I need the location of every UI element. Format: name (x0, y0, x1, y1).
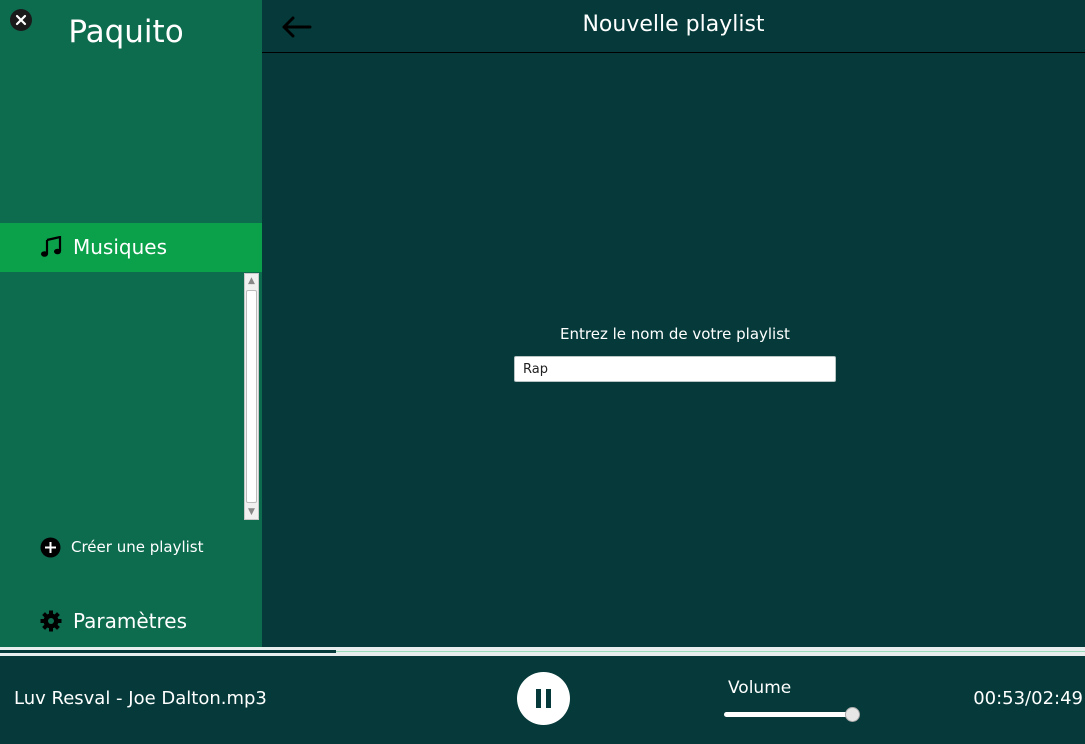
scroll-thumb[interactable] (246, 290, 257, 503)
music-note-icon (40, 235, 62, 262)
scroll-down-icon[interactable]: ▼ (245, 505, 258, 519)
playlist-name-label: Entrez le nom de votre playlist (560, 325, 790, 343)
volume-slider-thumb[interactable] (845, 707, 861, 722)
scroll-up-icon[interactable]: ▲ (245, 274, 258, 288)
gear-icon (40, 610, 62, 636)
volume-label: Volume (728, 678, 792, 698)
volume-slider[interactable] (724, 707, 861, 722)
create-playlist-button[interactable]: Créer une playlist (40, 536, 240, 558)
sidebar-item-musiques[interactable]: Musiques (0, 223, 262, 272)
playlist-list[interactable] (0, 272, 244, 520)
page-title: Nouvelle playlist (582, 12, 765, 37)
app-title: Paquito (68, 14, 184, 50)
settings-button[interactable]: Paramètres (40, 607, 240, 635)
settings-label: Paramètres (73, 609, 188, 633)
pause-button[interactable] (517, 672, 570, 725)
player-bar: Luv Resval - Joe Dalton.mp3 Volume 00:53… (0, 656, 1085, 744)
header: Nouvelle playlist (262, 0, 1085, 53)
sidebar: Paquito Musiques ▲ ▼ Créer une playlist (0, 0, 262, 647)
playlist-name-input[interactable] (514, 356, 836, 382)
plus-circle-icon (40, 537, 61, 562)
playback-progress-fill (0, 650, 337, 653)
sidebar-item-label: Musiques (73, 235, 168, 259)
scrollbar[interactable]: ▲ ▼ (244, 273, 259, 520)
now-playing-title: Luv Resval - Joe Dalton.mp3 (14, 688, 267, 709)
create-playlist-label: Créer une playlist (71, 538, 204, 556)
playback-progress-bar[interactable] (0, 647, 1085, 656)
playback-time: 00:53/02:49 (973, 688, 1083, 709)
